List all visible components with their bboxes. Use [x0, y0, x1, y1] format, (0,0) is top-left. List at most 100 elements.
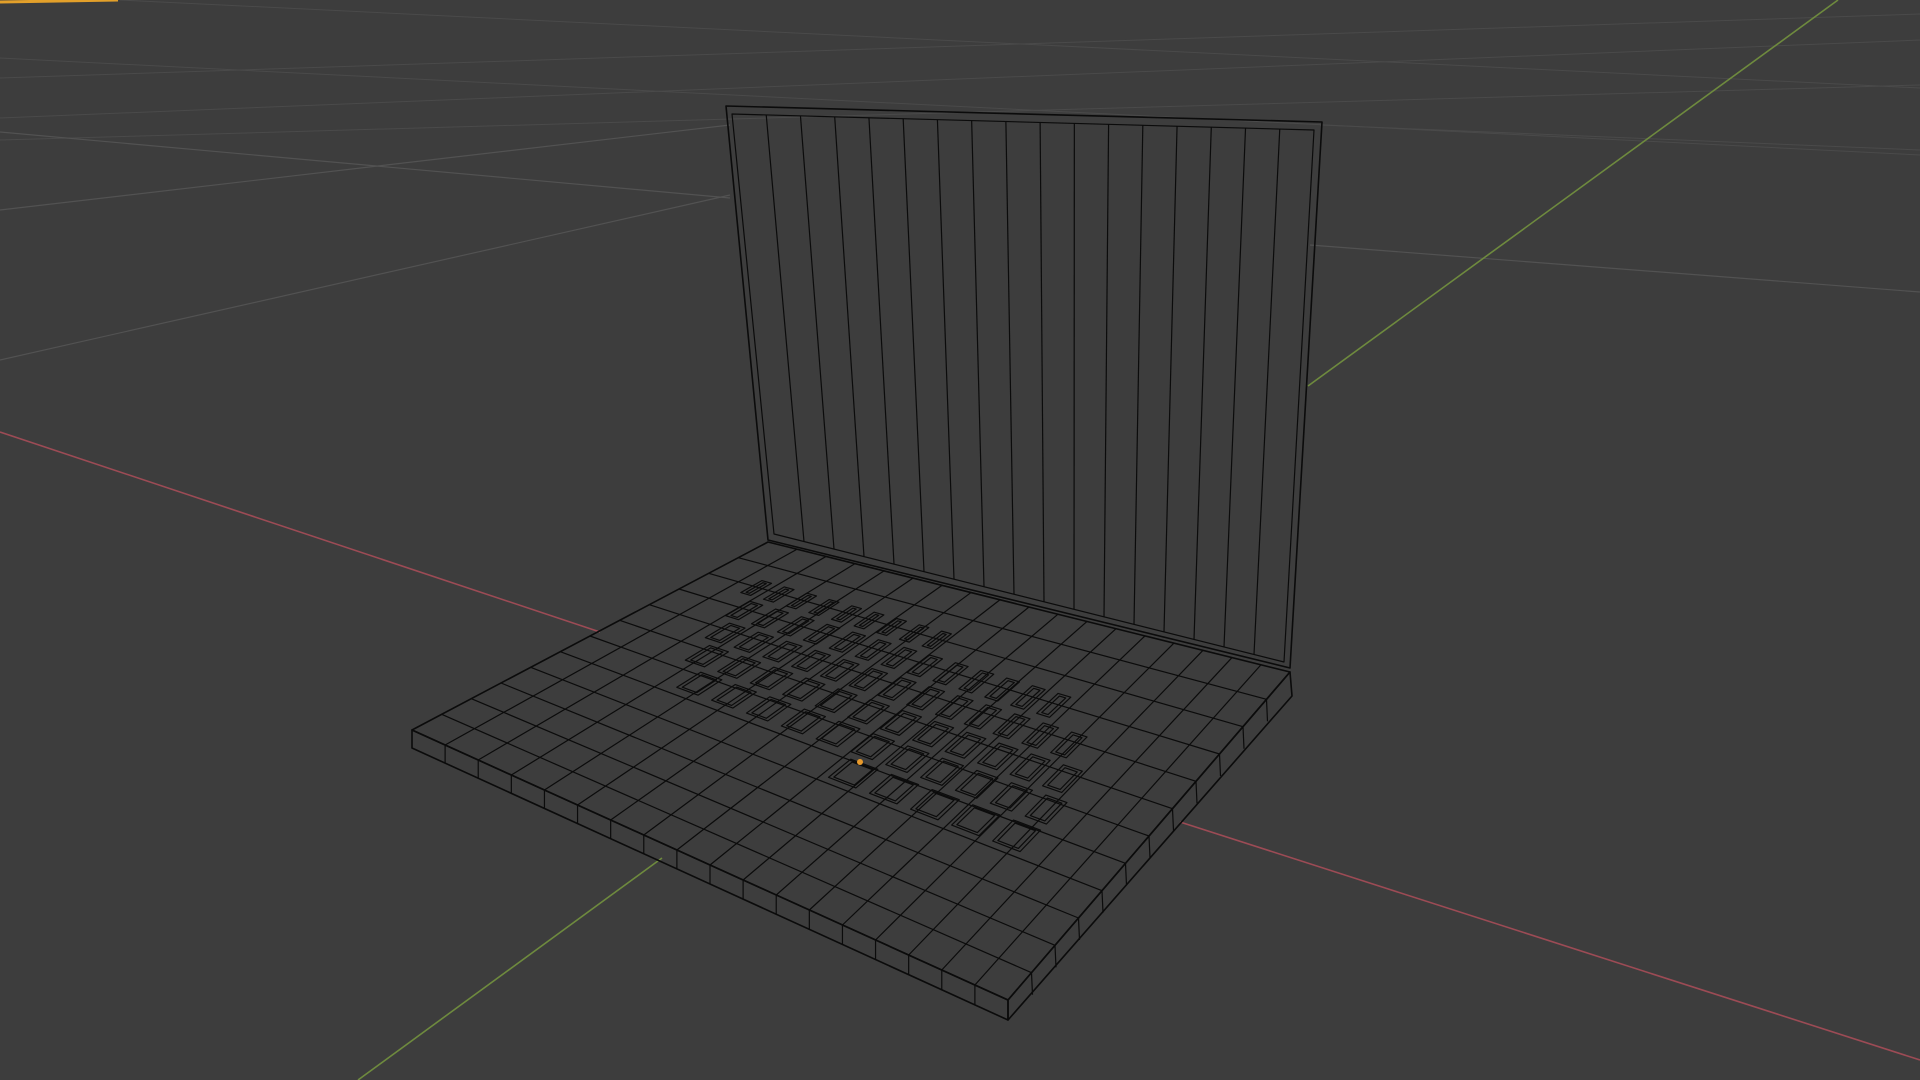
- key-cap: [704, 622, 746, 644]
- key-cap: [828, 631, 867, 653]
- active-editor-corner: [0, 0, 119, 4]
- key-cap: [882, 679, 912, 699]
- base-edge-loop: [738, 557, 1267, 700]
- base-edge-loop: [441, 713, 1032, 974]
- key-cap: [749, 666, 794, 691]
- grid-line: [0, 13, 1920, 79]
- key-cap: [787, 679, 821, 700]
- key-cap: [855, 735, 890, 758]
- lid-edge-loop: [971, 120, 985, 587]
- key-cap: [722, 658, 756, 677]
- object-origin-icon: [857, 759, 863, 765]
- lid-edge-loop: [1133, 125, 1144, 625]
- key-cap: [884, 712, 917, 734]
- lid-edge-loop: [834, 116, 865, 557]
- key-cap: [767, 643, 798, 661]
- floor-grid: [0, 0, 1920, 361]
- key-cap: [879, 709, 923, 736]
- base-side-segment: [1148, 835, 1151, 859]
- key-cap: [716, 686, 752, 707]
- base-top-outline: [411, 541, 1291, 1001]
- key-cap: [960, 772, 994, 796]
- key-cap: [982, 745, 1014, 768]
- key-cap: [852, 701, 885, 722]
- key-cap: [917, 723, 950, 745]
- key-cap: [785, 592, 818, 610]
- key-cap: [1047, 767, 1078, 791]
- base-side-segment: [1101, 890, 1104, 913]
- key-cap: [755, 669, 789, 688]
- lid-edge-loop: [799, 115, 835, 550]
- lid-edge-loop: [765, 114, 805, 542]
- key-cap: [796, 652, 826, 670]
- base-side-segment: [1265, 699, 1269, 722]
- grid-line: [1319, 124, 1920, 151]
- y-axis-line: [357, 857, 663, 1080]
- base-side-segment: [1077, 917, 1081, 941]
- grid-line: [0, 131, 731, 199]
- viewport-canvas[interactable]: [0, 0, 1920, 1080]
- lid-edge-loops: [765, 114, 1281, 655]
- lid-edge-loop: [1223, 128, 1247, 647]
- key-cap: [921, 630, 952, 650]
- grid-line: [119, 0, 1920, 89]
- key-cap: [932, 662, 969, 686]
- lid-edge-loop: [936, 119, 955, 580]
- base-side-segment: [1124, 863, 1128, 886]
- key-cap: [820, 723, 856, 745]
- key-cap: [1010, 685, 1046, 710]
- base-side-segment: [1218, 753, 1222, 777]
- key-cap: [992, 819, 1042, 853]
- key-cap: [786, 711, 821, 732]
- lid-edge-loop: [1253, 129, 1281, 655]
- key-cap: [782, 677, 826, 702]
- lid-edge-loop: [1005, 121, 1015, 595]
- lid-edge-loop: [1193, 127, 1212, 640]
- grid-line: [0, 194, 731, 361]
- key-cap: [762, 586, 795, 603]
- base-side-segment: [1030, 972, 1034, 995]
- lid-edge-loop: [1103, 124, 1110, 617]
- key-cap: [740, 579, 773, 597]
- key-cap: [717, 655, 762, 679]
- lid-edge-loop: [1163, 126, 1178, 632]
- lid-outline: [725, 105, 1323, 669]
- key-cap: [1014, 756, 1046, 779]
- base-side-segment: [1195, 781, 1198, 804]
- key-cap: [847, 699, 890, 725]
- key-cap: [1041, 764, 1083, 794]
- key-cap: [802, 623, 841, 645]
- key-cap: [725, 600, 764, 621]
- laptop-mesh[interactable]: [411, 105, 1323, 1021]
- key-cap: [958, 669, 995, 694]
- lid-edge-loop: [1039, 122, 1045, 602]
- key-cap: [690, 647, 724, 665]
- key-cap: [912, 720, 955, 748]
- key-cap: [925, 760, 959, 784]
- y-axis-line: [1307, 0, 1839, 387]
- key-cap: [1029, 797, 1063, 822]
- key-cap: [977, 742, 1019, 771]
- base-side-segment: [1171, 808, 1175, 831]
- base-side-segment: [1242, 726, 1245, 749]
- grid-line: [0, 124, 731, 211]
- lid-edge-loop: [868, 117, 895, 565]
- 3d-viewport[interactable]: [0, 0, 1920, 1080]
- key-cap: [968, 706, 998, 727]
- key-cap: [751, 698, 787, 719]
- key-cap: [906, 654, 944, 678]
- lid-edge-loop: [902, 118, 925, 572]
- key-cap: [951, 804, 1001, 837]
- x-axis-line: [1179, 821, 1920, 1061]
- base-side-segment: [1054, 945, 1057, 968]
- key-cap: [880, 646, 918, 670]
- key-cap: [984, 677, 1021, 702]
- grid-line: [1309, 244, 1920, 293]
- key-cap: [853, 670, 883, 689]
- key-cap: [868, 773, 920, 805]
- key-cap: [750, 608, 789, 629]
- key-cap: [1009, 753, 1051, 782]
- key-cap: [890, 748, 925, 771]
- key-cap: [808, 598, 840, 617]
- x-axis-line: [0, 431, 601, 633]
